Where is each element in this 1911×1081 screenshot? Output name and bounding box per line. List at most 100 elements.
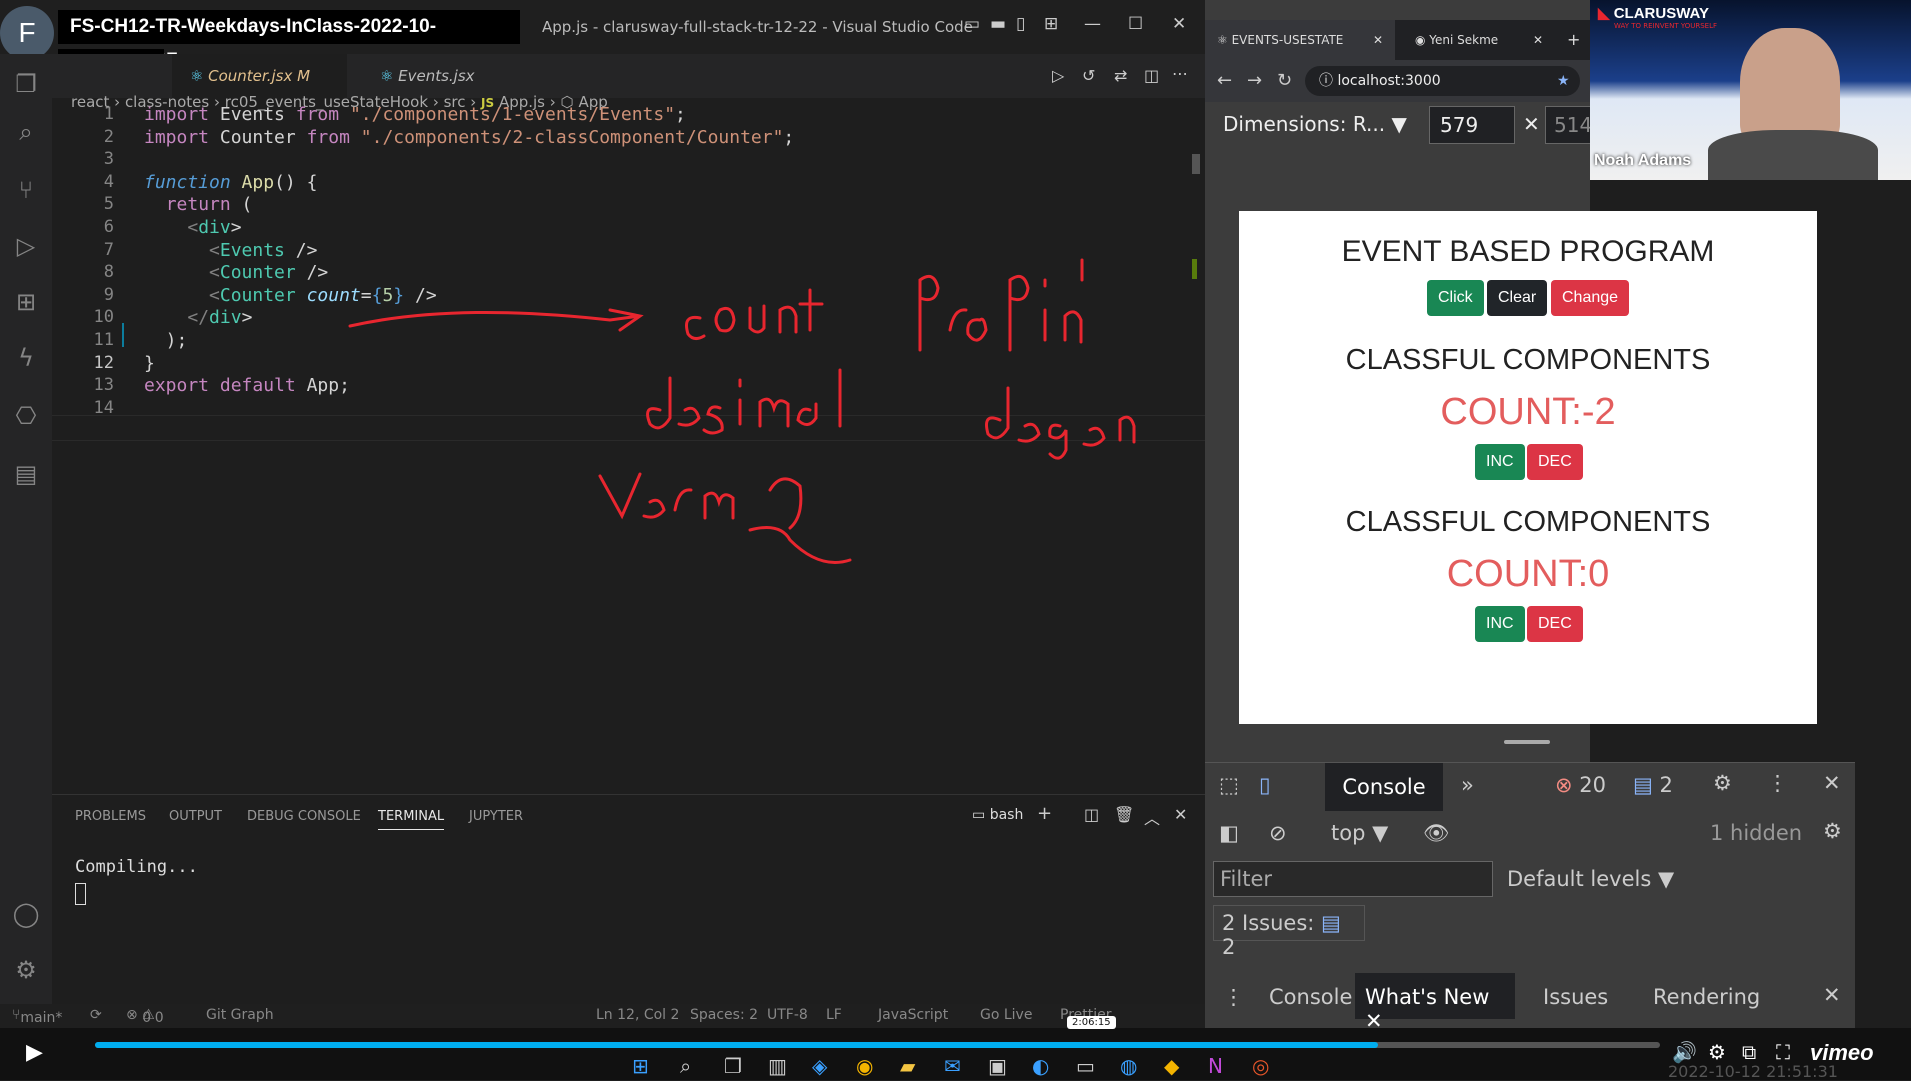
file-explorer-icon[interactable]: ▰ bbox=[900, 1054, 915, 1078]
settings-gear-icon[interactable]: ⚙ bbox=[1708, 1040, 1726, 1064]
close-window-icon[interactable]: ✕ bbox=[1172, 14, 1186, 34]
store-icon[interactable]: ▣ bbox=[988, 1054, 1007, 1078]
extensions-icon[interactable]: ⊞ bbox=[10, 286, 42, 318]
app-icon[interactable]: ◆ bbox=[1164, 1054, 1179, 1078]
language-mode[interactable]: JavaScript bbox=[878, 1007, 948, 1023]
code-line[interactable]: function App() { bbox=[144, 172, 317, 193]
scrollbar[interactable] bbox=[1192, 154, 1200, 174]
compare-icon[interactable]: ⇄ bbox=[1114, 66, 1127, 85]
panel-toggle-icon[interactable]: ▬ bbox=[990, 14, 1006, 34]
cursor-position[interactable]: Ln 12, Col 2 bbox=[596, 1007, 679, 1023]
code-line[interactable]: return ( bbox=[144, 194, 253, 215]
notebook-icon[interactable]: ▤ bbox=[10, 458, 42, 490]
branch-indicator[interactable]: ⑂ main* bbox=[12, 1007, 62, 1026]
chrome-taskbar-icon[interactable]: ◉ bbox=[856, 1054, 873, 1078]
tab-terminal[interactable]: TERMINAL bbox=[378, 809, 445, 830]
forward-icon[interactable]: → bbox=[1247, 70, 1262, 91]
problems-indicator[interactable]: ⊗ 0 ⚠ 0 bbox=[126, 1007, 164, 1026]
search-icon[interactable]: ⌕ bbox=[680, 1054, 691, 1078]
kebab-menu-icon[interactable]: ⋮ bbox=[1767, 771, 1788, 795]
volume-icon[interactable]: 🔊 bbox=[1672, 1040, 1697, 1064]
account-icon[interactable]: ◯ bbox=[10, 898, 42, 930]
code-line[interactable]: } bbox=[144, 353, 155, 374]
source-control-icon[interactable]: ⑂ bbox=[10, 174, 42, 206]
widgets-icon[interactable]: ▥ bbox=[768, 1054, 787, 1078]
code-line[interactable]: import Counter from "./components/2-clas… bbox=[144, 127, 794, 148]
message-count[interactable]: ▤ 2 bbox=[1633, 773, 1673, 797]
dimensions-select[interactable]: Dimensions: R... ▼ bbox=[1223, 112, 1407, 136]
terminal-shell[interactable]: ▭ bash bbox=[972, 807, 1023, 823]
issues-button[interactable]: 2 Issues: ▤ 2 bbox=[1213, 905, 1365, 959]
play-icon[interactable]: ▶ bbox=[26, 1040, 43, 1065]
back-icon[interactable]: ← bbox=[1217, 70, 1232, 91]
channel-avatar[interactable]: F bbox=[0, 6, 54, 60]
split-terminal-icon[interactable]: ◫ bbox=[1084, 805, 1099, 824]
timeline-icon[interactable]: ↺ bbox=[1082, 66, 1095, 85]
sidebar-toggle-icon[interactable]: ◧ bbox=[1219, 821, 1239, 845]
drawer-tab-issues[interactable]: Issues bbox=[1543, 985, 1608, 1009]
code-line[interactable]: import Events from "./components/1-event… bbox=[144, 104, 686, 125]
sync-icon[interactable]: ⟳ bbox=[90, 1007, 102, 1023]
click-button[interactable]: Click bbox=[1427, 280, 1484, 316]
close-panel-icon[interactable]: ✕ bbox=[1174, 805, 1187, 824]
width-input[interactable]: 579 bbox=[1429, 106, 1515, 144]
console-settings-icon[interactable]: ⚙ bbox=[1823, 819, 1842, 843]
browser-tab-active[interactable]: ⚛ EVENTS-USESTATE ✕ bbox=[1205, 20, 1395, 60]
app-icon[interactable]: ◎ bbox=[1252, 1054, 1269, 1078]
inc-button-2[interactable]: INC bbox=[1475, 606, 1525, 642]
drawer-tab-whats-new[interactable]: What's New ✕ bbox=[1355, 973, 1515, 1033]
close-tab-icon[interactable]: ✕ bbox=[1533, 20, 1543, 60]
sidebar-toggle-icon[interactable]: ▯ bbox=[1016, 14, 1025, 34]
clear-button[interactable]: Clear bbox=[1487, 280, 1548, 316]
clear-console-icon[interactable]: ⊘ bbox=[1269, 821, 1287, 845]
pip-icon[interactable]: ⧉ bbox=[1742, 1040, 1756, 1064]
git-graph[interactable]: Git Graph bbox=[206, 1007, 274, 1023]
inspect-icon[interactable]: ⬚ bbox=[1219, 773, 1239, 797]
run-icon[interactable]: ▷ bbox=[1052, 66, 1064, 85]
maximize-icon[interactable]: ☐ bbox=[1128, 14, 1143, 34]
levels-select[interactable]: Default levels ▼ bbox=[1507, 867, 1674, 891]
tab-problems[interactable]: PROBLEMS bbox=[75, 809, 146, 824]
address-input[interactable]: ⓘ localhost:3000 ★ bbox=[1305, 66, 1580, 96]
close-devtools-icon[interactable]: ✕ bbox=[1823, 771, 1841, 795]
zoom-icon[interactable]: ◍ bbox=[1120, 1054, 1137, 1078]
onenote-icon[interactable]: N bbox=[1208, 1054, 1223, 1078]
bookmark-star-icon[interactable]: ★ bbox=[1557, 66, 1570, 96]
layout-icon[interactable]: ▭ bbox=[964, 14, 980, 34]
trash-icon[interactable]: 🗑 bbox=[1114, 805, 1134, 824]
go-live[interactable]: Go Live bbox=[980, 1007, 1032, 1023]
minimize-icon[interactable]: — bbox=[1084, 14, 1101, 34]
encoding[interactable]: UTF-8 bbox=[767, 1007, 808, 1023]
mail-icon[interactable]: ✉ bbox=[944, 1054, 961, 1078]
filter-input[interactable]: Filter bbox=[1213, 861, 1493, 897]
tab-console-devtools[interactable]: Console bbox=[1325, 763, 1443, 811]
customize-layout-icon[interactable]: ⊞ bbox=[1044, 14, 1058, 34]
split-editor-icon[interactable]: ◫ bbox=[1144, 66, 1159, 85]
hidden-count[interactable]: 1 hidden bbox=[1710, 821, 1802, 845]
new-terminal-icon[interactable]: + bbox=[1037, 803, 1052, 824]
live-expression-eye-icon[interactable]: 👁 bbox=[1423, 821, 1450, 846]
settings-gear-icon[interactable]: ⚙ bbox=[10, 954, 42, 986]
fullscreen-icon[interactable]: ⛶ bbox=[1776, 1040, 1790, 1064]
height-input[interactable]: 514 bbox=[1545, 106, 1595, 144]
task-view-icon[interactable]: ❐ bbox=[724, 1054, 742, 1078]
dec-button-2[interactable]: DEC bbox=[1527, 606, 1583, 642]
new-tab-icon[interactable]: + bbox=[1567, 30, 1580, 49]
resize-handle[interactable] bbox=[1504, 740, 1550, 744]
close-tab-icon[interactable]: ✕ bbox=[1373, 20, 1383, 60]
tab-output[interactable]: OUTPUT bbox=[169, 809, 222, 824]
inc-button-1[interactable]: INC bbox=[1475, 444, 1525, 480]
explorer-icon[interactable]: ❐ bbox=[10, 68, 42, 100]
reload-icon[interactable]: ↻ bbox=[1277, 70, 1292, 91]
error-count[interactable]: ⊗ 20 bbox=[1555, 773, 1606, 797]
settings-gear-icon[interactable]: ⚙ bbox=[1713, 771, 1732, 795]
tab-debug-console[interactable]: DEBUG CONSOLE bbox=[247, 809, 361, 824]
drawer-tab-rendering[interactable]: Rendering bbox=[1653, 985, 1760, 1009]
close-drawer-icon[interactable]: ✕ bbox=[1823, 983, 1841, 1007]
more-tabs-icon[interactable]: » bbox=[1461, 773, 1474, 797]
edge-icon[interactable]: ◐ bbox=[1032, 1054, 1049, 1078]
live-share-icon[interactable]: ϟ bbox=[10, 342, 42, 374]
maximize-panel-icon[interactable]: ︿ bbox=[1144, 805, 1160, 829]
code-line[interactable]: </div> bbox=[144, 307, 252, 328]
tab-jupyter[interactable]: JUPYTER bbox=[469, 809, 523, 824]
